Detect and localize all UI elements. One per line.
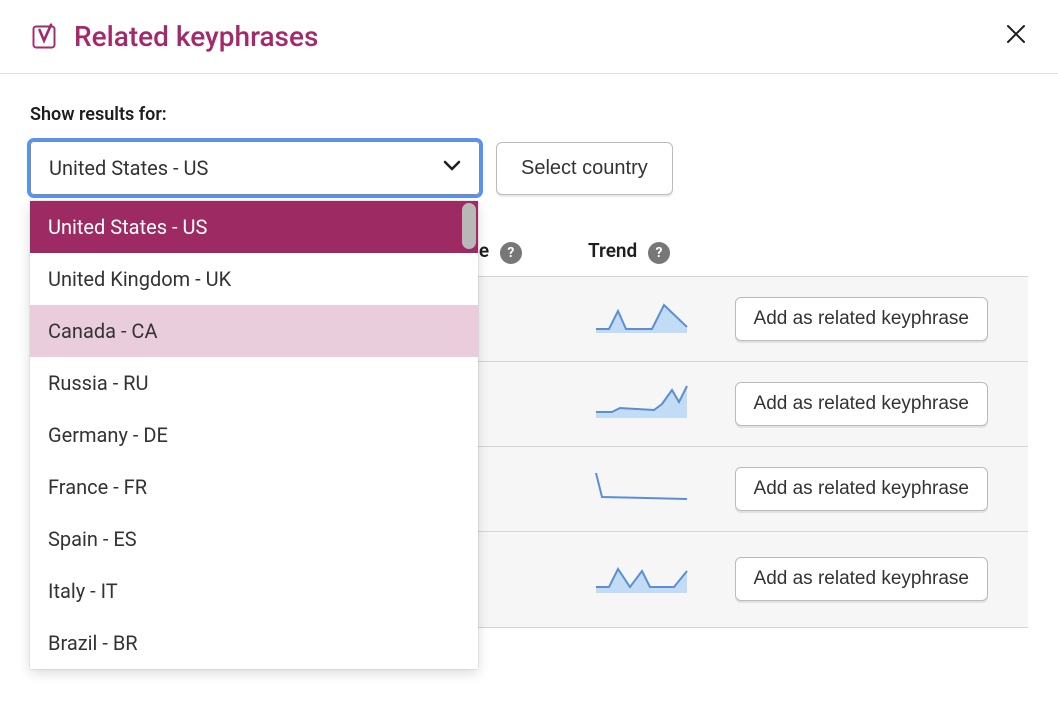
dropdown-option[interactable]: Germany - DE bbox=[30, 409, 478, 461]
yoast-logo-icon bbox=[30, 23, 58, 51]
column-action bbox=[720, 227, 1028, 277]
dropdown-option[interactable]: United Kingdom - UK bbox=[30, 253, 478, 305]
add-keyphrase-button[interactable]: Add as related keyphrase bbox=[735, 467, 988, 511]
dropdown-option[interactable]: France - FR bbox=[30, 461, 478, 513]
dropdown-option[interactable]: Canada - CA bbox=[30, 305, 478, 357]
page-title: Related keyphrases bbox=[74, 20, 1004, 53]
country-select[interactable]: United States - US bbox=[30, 141, 480, 195]
dropdown-option[interactable]: Spain - ES bbox=[30, 513, 478, 565]
filter-label: Show results for: bbox=[30, 104, 1028, 125]
add-keyphrase-button[interactable]: Add as related keyphrase bbox=[735, 297, 988, 341]
add-keyphrase-button[interactable]: Add as related keyphrase bbox=[735, 557, 988, 601]
dropdown-option[interactable]: Italy - IT bbox=[30, 565, 478, 617]
dropdown-option[interactable]: United States - US bbox=[30, 201, 478, 253]
trend-cell bbox=[580, 277, 720, 362]
dropdown-scrollbar[interactable] bbox=[462, 203, 476, 249]
country-select-value: United States - US bbox=[49, 156, 208, 180]
help-icon[interactable]: ? bbox=[500, 242, 522, 264]
trend-cell bbox=[580, 447, 720, 532]
country-dropdown: United States - USUnited Kingdom - UKCan… bbox=[30, 201, 478, 669]
chevron-down-icon bbox=[443, 160, 461, 176]
trend-cell bbox=[580, 532, 720, 628]
select-country-button[interactable]: Select country bbox=[496, 142, 673, 195]
trend-cell bbox=[580, 362, 720, 447]
help-icon[interactable]: ? bbox=[648, 242, 670, 264]
dropdown-option[interactable]: Brazil - BR bbox=[30, 617, 478, 669]
add-keyphrase-button[interactable]: Add as related keyphrase bbox=[735, 382, 988, 426]
dropdown-option[interactable]: Russia - RU bbox=[30, 357, 478, 409]
close-icon[interactable] bbox=[1004, 22, 1028, 51]
column-trend: Trend ? bbox=[580, 227, 720, 277]
